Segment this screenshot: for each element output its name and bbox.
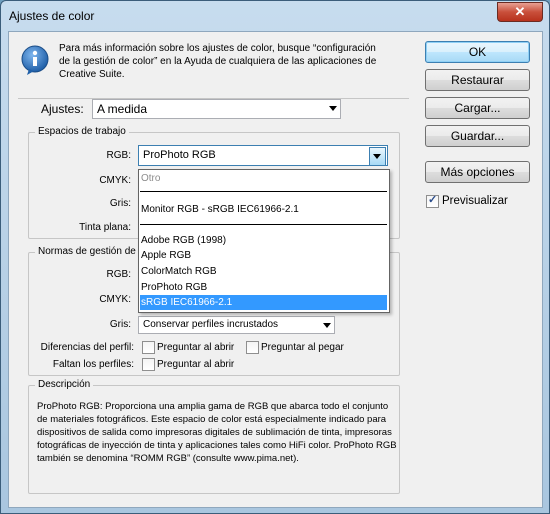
ws-rgb-label: RGB: bbox=[106, 150, 131, 161]
description-legend: Descripción bbox=[35, 379, 94, 390]
more-options-button[interactable]: Más opciones bbox=[425, 161, 530, 183]
ws-cmyk-label: CMYK: bbox=[99, 175, 131, 186]
dropdown-item-apple-rgb[interactable]: Apple RGB bbox=[140, 248, 387, 263]
settings-label: Ajustes: bbox=[41, 102, 84, 116]
dropdown-item-srgb[interactable]: sRGB IEC61966-2.1 bbox=[140, 295, 387, 310]
dropdown-item-other: Otro bbox=[141, 173, 161, 184]
dropdown-separator bbox=[140, 191, 387, 192]
pol-rgb-label: RGB: bbox=[106, 269, 131, 280]
pol-gray-value: Conservar perfiles incrustados bbox=[143, 319, 279, 330]
dropdown-item-prophoto-rgb[interactable]: ProPhoto RGB bbox=[140, 280, 387, 295]
pol-gray-select[interactable]: Conservar perfiles incrustados bbox=[138, 316, 335, 334]
save-button[interactable]: Guardar... bbox=[425, 125, 530, 147]
title-bar[interactable]: Ajustes de color ✕ bbox=[1, 1, 549, 31]
missing-open-checkbox[interactable] bbox=[142, 358, 155, 371]
load-button[interactable]: Cargar... bbox=[425, 97, 530, 119]
chevron-down-icon bbox=[323, 323, 331, 328]
close-button[interactable]: ✕ bbox=[497, 2, 543, 22]
settings-select[interactable]: A medida bbox=[92, 99, 341, 119]
ws-rgb-value: ProPhoto RGB bbox=[143, 149, 216, 161]
restore-button[interactable]: Restaurar bbox=[425, 69, 530, 91]
pol-cmyk-label: CMYK: bbox=[99, 294, 131, 305]
ws-spot-label: Tinta plana: bbox=[79, 222, 131, 233]
missing-open-label: Preguntar al abrir bbox=[157, 359, 235, 370]
ws-rgb-dropdown-button[interactable] bbox=[369, 147, 386, 166]
mismatch-paste-checkbox[interactable] bbox=[246, 341, 259, 354]
profile-mismatch-label: Diferencias del perfil: bbox=[40, 342, 134, 353]
color-settings-window: Ajustes de color ✕ Para más información … bbox=[0, 0, 550, 514]
dropdown-separator bbox=[140, 224, 387, 225]
dropdown-item-adobe-rgb[interactable]: Adobe RGB (1998) bbox=[140, 233, 387, 248]
preview-label: Previsualizar bbox=[442, 195, 508, 207]
info-icon bbox=[21, 45, 49, 75]
chevron-down-icon bbox=[329, 106, 337, 111]
settings-select-value: A medida bbox=[97, 102, 148, 116]
chevron-down-icon bbox=[373, 154, 381, 159]
mismatch-open-checkbox[interactable] bbox=[142, 341, 155, 354]
dropdown-item-monitor-rgb[interactable]: Monitor RGB - sRGB IEC61966-2.1 bbox=[140, 202, 387, 217]
ok-button[interactable]: OK bbox=[425, 41, 530, 63]
description-text: ProPhoto RGB: Proporciona una amplia gam… bbox=[37, 401, 397, 464]
description-group: Descripción ProPhoto RGB: Proporciona un… bbox=[28, 379, 400, 494]
mismatch-paste-label: Preguntar al pegar bbox=[261, 342, 344, 353]
ws-rgb-select[interactable]: ProPhoto RGB bbox=[138, 145, 388, 166]
mismatch-open-label: Preguntar al abrir bbox=[157, 342, 235, 353]
workspaces-legend: Espacios de trabajo bbox=[35, 126, 129, 137]
pol-gray-label: Gris: bbox=[109, 319, 131, 330]
preview-checkbox[interactable] bbox=[426, 193, 439, 208]
missing-profiles-label: Faltan los perfiles: bbox=[52, 359, 134, 370]
dialog-body: Para más información sobre los ajustes d… bbox=[8, 31, 543, 508]
dropdown-item-colormatch-rgb[interactable]: ColorMatch RGB bbox=[140, 264, 387, 279]
ws-gray-label: Gris: bbox=[109, 198, 131, 209]
info-text: Para más información sobre los ajustes d… bbox=[59, 43, 377, 80]
window-title: Ajustes de color bbox=[9, 9, 95, 23]
rgb-dropdown-list[interactable]: Otro Monitor RGB - sRGB IEC61966-2.1 Ado… bbox=[138, 169, 390, 313]
